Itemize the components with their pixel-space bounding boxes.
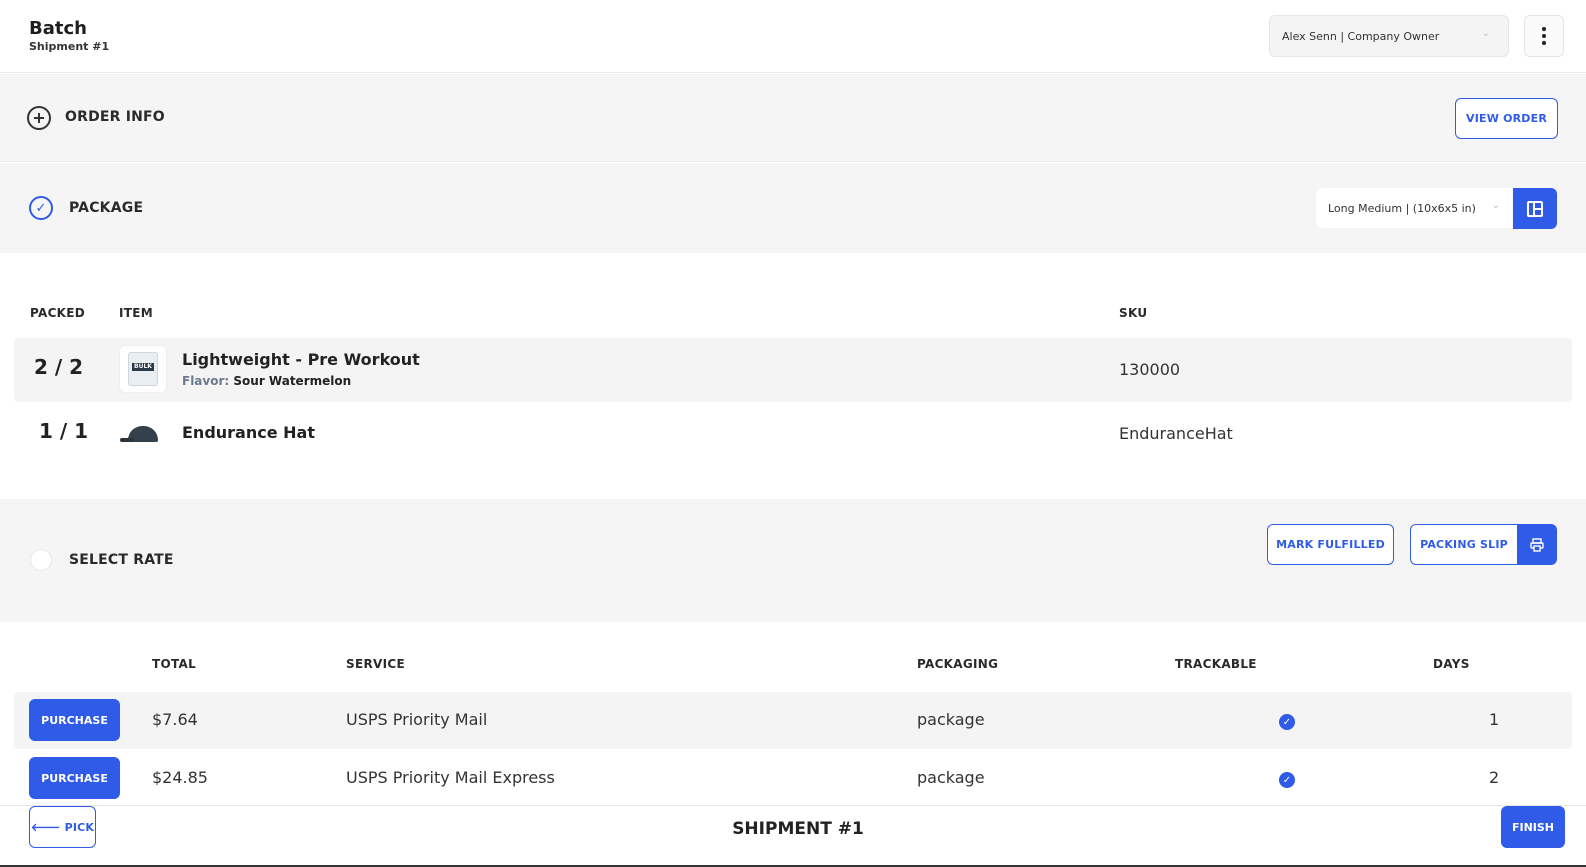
table-row <box>14 338 1572 402</box>
page-subtitle: Shipment #1 <box>29 40 110 53</box>
col-header-sku: SKU <box>1119 306 1148 320</box>
view-order-button[interactable]: VIEW ORDER <box>1455 98 1558 139</box>
order-info-label: ORDER INFO <box>65 109 165 125</box>
item-name: Endurance Hat <box>182 423 315 442</box>
product-tub-image: BULK <box>128 352 158 386</box>
item-name: Lightweight - Pre Workout <box>182 350 420 369</box>
top-bar: Batch Shipment #1 Alex Senn | Company Ow… <box>0 0 1586 73</box>
package-label: PACKAGE <box>69 200 144 216</box>
product-thumbnail-label: BULK <box>134 363 152 370</box>
rate-service: USPS Priority Mail Express <box>346 768 555 787</box>
rate-service: USPS Priority Mail <box>346 710 488 729</box>
purchase-button[interactable]: PURCHASE <box>29 699 120 741</box>
col-header-packaging: PACKAGING <box>917 657 999 671</box>
col-header-days: DAYS <box>1433 657 1470 671</box>
col-header-service: SERVICE <box>346 657 405 671</box>
packing-slip-button[interactable]: PACKING SLIP <box>1410 524 1518 565</box>
chevron-down-icon: ⌄ <box>1481 28 1490 39</box>
rate-total: $24.85 <box>152 768 208 787</box>
package-size-select[interactable]: Long Medium | (10x6x5 in) ⌄ <box>1316 188 1512 228</box>
table-row <box>14 692 1572 749</box>
product-thumbnail: BULK <box>119 345 167 393</box>
item-sku: EnduranceHat <box>1119 424 1233 443</box>
print-button[interactable] <box>1517 524 1557 565</box>
radio-circle-icon[interactable] <box>30 549 52 571</box>
more-options-icon[interactable] <box>1524 15 1564 57</box>
footer-title: SHIPMENT #1 <box>732 819 864 839</box>
package-layout-button[interactable] <box>1513 188 1557 229</box>
col-header-trackable: TRACKABLE <box>1175 657 1257 671</box>
rate-packaging: package <box>917 768 985 787</box>
col-header-total: TOTAL <box>152 657 197 671</box>
printer-icon <box>1530 537 1544 552</box>
packed-count: 2 / 2 <box>34 355 84 379</box>
rate-days: 1 <box>1489 710 1500 729</box>
rate-packaging: package <box>917 710 985 729</box>
rate-days: 2 <box>1489 768 1500 787</box>
check-circle-icon: ✓ <box>29 196 53 220</box>
finish-button[interactable]: FINISH <box>1501 806 1565 848</box>
user-role-select-value: Alex Senn | Company Owner <box>1282 29 1440 43</box>
select-rate-section: SELECT RATE MARK FULFILLED PACKING SLIP <box>0 499 1586 622</box>
packed-count: 1 / 1 <box>39 419 89 443</box>
hat-image <box>120 424 166 444</box>
product-thumbnail <box>119 410 167 458</box>
col-header-item: ITEM <box>119 306 153 320</box>
page-title: Batch <box>29 18 87 39</box>
user-role-select[interactable]: Alex Senn | Company Owner ⌄ <box>1269 15 1509 57</box>
layout-icon <box>1527 200 1543 217</box>
order-info-section: ORDER INFO VIEW ORDER <box>0 74 1586 162</box>
rate-total: $7.64 <box>152 710 198 729</box>
select-rate-label: SELECT RATE <box>69 552 174 568</box>
trackable-check-icon: ✓ <box>1279 714 1295 730</box>
expand-plus-icon[interactable] <box>27 106 51 130</box>
mark-fulfilled-button[interactable]: MARK FULFILLED <box>1267 524 1394 565</box>
package-section: ✓ PACKAGE Long Medium | (10x6x5 in) ⌄ <box>0 163 1586 253</box>
item-variant: Flavor: Sour Watermelon <box>182 374 352 388</box>
purchase-button[interactable]: PURCHASE <box>29 757 120 799</box>
package-size-value: Long Medium | (10x6x5 in) <box>1328 201 1476 215</box>
item-sku: 130000 <box>1119 360 1181 379</box>
chevron-down-icon: ⌄ <box>1491 200 1500 211</box>
trackable-check-icon: ✓ <box>1279 772 1295 788</box>
col-header-packed: PACKED <box>30 306 86 320</box>
footer-bar: 🡐 PICK SHIPMENT #1 FINISH <box>0 805 1586 867</box>
